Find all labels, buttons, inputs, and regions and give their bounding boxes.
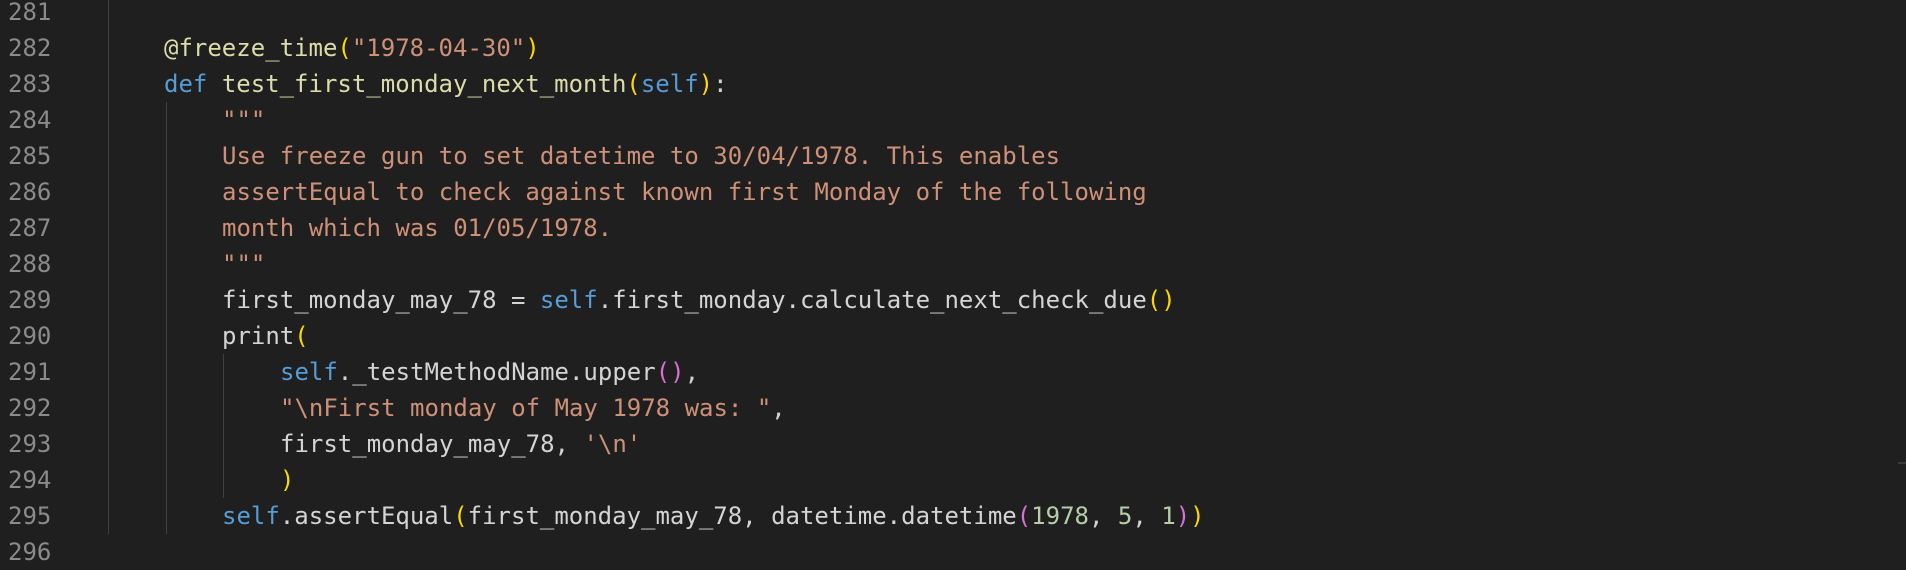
paren-token: )	[670, 358, 685, 386]
punctuation-token: ,	[554, 430, 584, 458]
code-line-295: self.assertEqual(first_monday_may_78, da…	[222, 498, 1205, 534]
code-line-283: def test_first_monday_next_month(self):	[164, 66, 728, 102]
code-line-294: )	[280, 462, 294, 498]
paren-token: )	[1175, 502, 1191, 530]
code-line-285: Use freeze gun to set datetime to 30/04/…	[222, 142, 1061, 170]
number-token: 1978	[1031, 502, 1089, 530]
code-line-290: print(	[222, 318, 309, 354]
code-editor[interactable]: 281 282 283 284 285 286 287 288 289 290 …	[0, 0, 1906, 570]
punctuation-token: :	[713, 70, 728, 98]
paren-token: )	[698, 70, 714, 98]
self-token: self	[222, 502, 280, 530]
paren-token: (	[294, 322, 309, 350]
paren-token: )	[280, 466, 295, 494]
paren-token: (	[453, 502, 468, 530]
indent-guide	[108, 0, 109, 534]
punctuation-token: ,	[684, 358, 700, 386]
indent-guide	[223, 354, 224, 498]
string-token: "1978-04-30"	[351, 34, 526, 62]
code-line-282: @freeze_time("1978-04-30")	[164, 30, 540, 66]
variable-token: first_monday_may_78	[222, 286, 497, 314]
variable-token: first_monday_may_78	[280, 430, 555, 458]
argument-token: first_monday_may_78, datetime.datetime	[467, 502, 1017, 530]
punctuation-token: ,	[1088, 502, 1118, 530]
code-line-288: """	[222, 250, 266, 278]
scrollbar-marker[interactable]	[1898, 462, 1906, 464]
paren-token: (	[1146, 286, 1162, 314]
decorator-token: @freeze_time	[164, 34, 338, 62]
paren-token: )	[1161, 286, 1176, 314]
self-token: self	[640, 70, 699, 98]
paren-token: )	[1190, 502, 1205, 530]
number-token: 1	[1161, 502, 1176, 530]
code-line-291: self._testMethodName.upper(),	[280, 354, 699, 390]
method-token: .assertEqual	[279, 502, 454, 530]
paren-token: (	[1016, 502, 1032, 530]
method-token: ._testMethodName.upper	[337, 358, 656, 386]
operator-token: =	[496, 286, 540, 314]
paren-token: )	[525, 34, 540, 62]
builtin-token: print	[222, 322, 295, 350]
code-line-284: """	[222, 106, 266, 134]
paren-token: (	[626, 70, 641, 98]
code-line-292: "\nFirst monday of May 1978 was: ",	[280, 390, 786, 426]
string-token: "\nFirst monday of May 1978 was: "	[280, 394, 772, 422]
code-area[interactable]: @freeze_time("1978-04-30") def test_firs…	[0, 0, 1906, 570]
code-line-287: month which was 01/05/1978.	[222, 214, 613, 242]
self-token: self	[539, 286, 598, 314]
code-line-293: first_monday_may_78, '\n'	[280, 426, 641, 462]
function-name-token: test_first_monday_next_month	[221, 70, 627, 98]
code-line-286: assertEqual to check against known first…	[222, 178, 1147, 206]
paren-token: (	[337, 34, 352, 62]
string-token: '\n'	[583, 430, 642, 458]
punctuation-token: ,	[771, 394, 786, 422]
code-line-289: first_monday_may_78 = self.first_monday.…	[222, 282, 1176, 318]
number-token: 5	[1117, 502, 1133, 530]
method-token: .first_monday.calculate_next_check_due	[597, 286, 1147, 314]
punctuation-token: ,	[1132, 502, 1162, 530]
paren-token: (	[655, 358, 671, 386]
self-token: self	[280, 358, 338, 386]
indent-guide	[166, 102, 167, 534]
keyword-token: def	[164, 70, 208, 98]
